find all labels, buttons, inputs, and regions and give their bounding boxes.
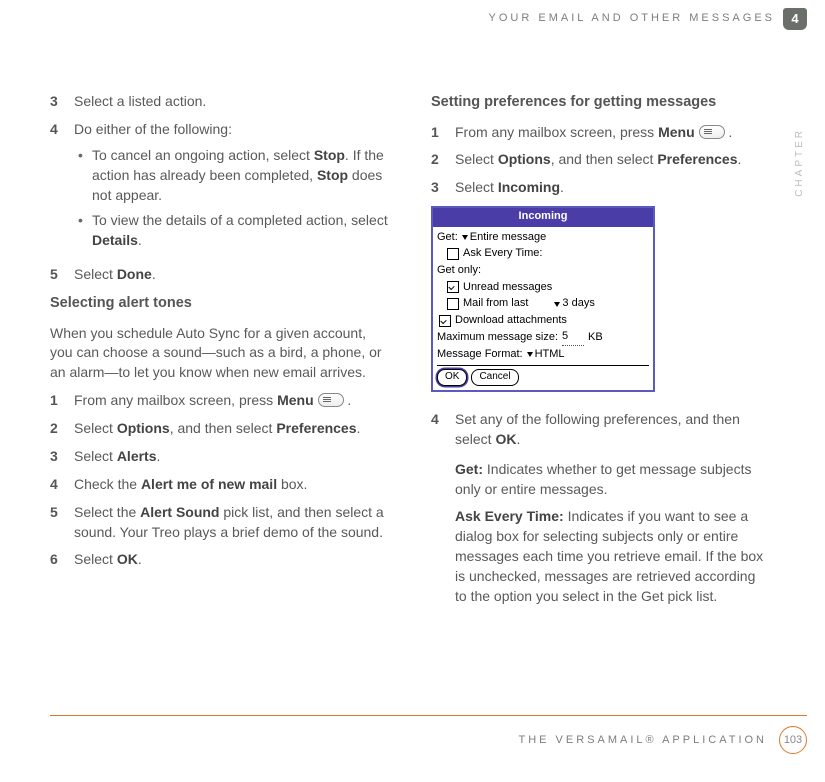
- palm-button-row: OK Cancel: [437, 365, 649, 386]
- dropdown-icon: [554, 302, 560, 307]
- step-5: 5 Select Done.: [50, 265, 389, 285]
- palm-mailfromlast-row: Mail from last 3 days: [437, 296, 649, 312]
- tone-step-5: 5 Select the Alert Sound pick list, and …: [50, 503, 389, 543]
- right-column: Setting preferences for getting messages…: [431, 92, 770, 727]
- page-content: 3 Select a listed action. 4 Do either of…: [50, 92, 770, 727]
- palm-ask-row: Ask Every Time:: [437, 246, 649, 262]
- footer-app-title: THE VERSAMAIL® APPLICATION: [519, 734, 768, 746]
- step-3: 3 Select a listed action.: [50, 92, 389, 112]
- alert-tones-intro: When you schedule Auto Sync for a given …: [50, 324, 389, 384]
- left-column: 3 Select a listed action. 4 Do either of…: [50, 92, 389, 727]
- ok-button[interactable]: OK: [437, 369, 467, 386]
- get-description: Get: Indicates whether to get message su…: [455, 460, 770, 500]
- page-header: YOUR EMAIL AND OTHER MESSAGES 4: [0, 8, 825, 34]
- pref-step-2: 2 Select Options, and then select Prefer…: [431, 150, 770, 170]
- max-size-field[interactable]: 5: [562, 329, 584, 346]
- tone-step-4: 4 Check the Alert me of new mail box.: [50, 475, 389, 495]
- tone-step-2: 2 Select Options, and then select Prefer…: [50, 419, 389, 439]
- step-3-text: Select a listed action.: [74, 92, 389, 112]
- days-picklist[interactable]: 3 days: [554, 296, 594, 312]
- step-4: 4 Do either of the following: To cancel …: [50, 120, 389, 257]
- page-number: 103: [779, 726, 807, 754]
- palm-unread-row: Unread messages: [437, 280, 649, 296]
- palm-maxsize-row: Maximum message size: 5 KB: [437, 329, 649, 346]
- header-section-title: YOUR EMAIL AND OTHER MESSAGES: [489, 12, 775, 24]
- palm-download-row: Download attachments: [437, 313, 649, 329]
- pref-step-1: 1 From any mailbox screen, press Menu .: [431, 123, 770, 143]
- tone-step-1: 1 From any mailbox screen, press Menu .: [50, 391, 389, 411]
- page-footer: THE VERSAMAIL® APPLICATION 103: [50, 715, 807, 754]
- get-picklist[interactable]: Entire message: [462, 230, 546, 246]
- ask-every-time-description: Ask Every Time: Indicates if you want to…: [455, 507, 770, 606]
- step-4-text: Do either of the following:: [74, 121, 232, 137]
- chapter-side-label: CHAPTER: [794, 128, 805, 197]
- dropdown-icon: [527, 352, 533, 357]
- dropdown-icon: [462, 235, 468, 240]
- tone-step-6: 6 Select OK.: [50, 550, 389, 570]
- pref-step-4: 4 Set any of the following preferences, …: [431, 410, 770, 615]
- menu-key-icon: [699, 125, 725, 139]
- palm-format-row: Message Format: HTML: [437, 347, 649, 363]
- download-attachments-checkbox[interactable]: [439, 315, 451, 327]
- palm-get-row: Get: Entire message: [437, 230, 649, 246]
- mail-from-last-checkbox[interactable]: [447, 298, 459, 310]
- format-picklist[interactable]: HTML: [527, 347, 565, 363]
- chapter-number-badge: 4: [783, 8, 807, 30]
- unread-checkbox[interactable]: [447, 281, 459, 293]
- step-4-bullet-stop: To cancel an ongoing action, select Stop…: [74, 146, 389, 206]
- menu-key-icon: [318, 393, 344, 407]
- palm-titlebar: Incoming: [433, 208, 653, 227]
- cancel-button[interactable]: Cancel: [471, 369, 518, 386]
- ask-every-time-checkbox[interactable]: [447, 248, 459, 260]
- pref-step-3: 3 Select Incoming.: [431, 178, 770, 198]
- palm-getonly-label: Get only:: [437, 263, 649, 279]
- incoming-preferences-screenshot: Incoming Get: Entire message Ask Every T…: [431, 206, 655, 392]
- heading-setting-prefs: Setting preferences for getting messages: [431, 92, 770, 113]
- heading-alert-tones: Selecting alert tones: [50, 293, 389, 314]
- step-4-bullet-details: To view the details of a completed actio…: [74, 211, 389, 251]
- tone-step-3: 3 Select Alerts.: [50, 447, 389, 467]
